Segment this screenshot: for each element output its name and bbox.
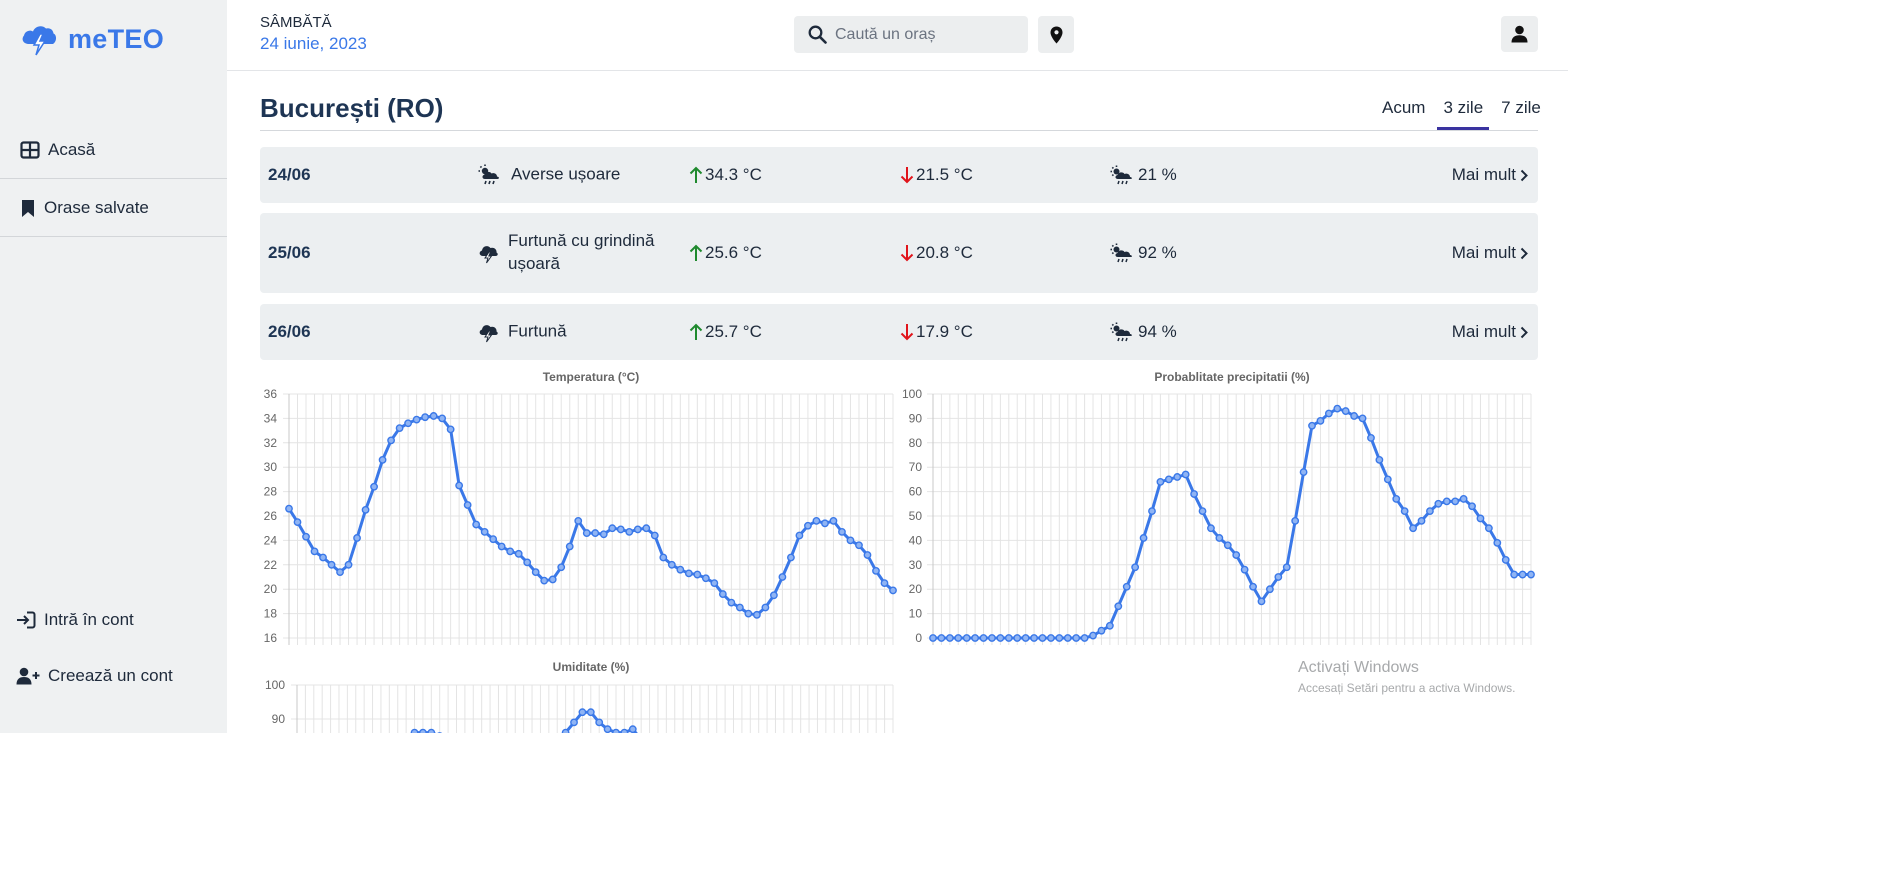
data-point[interactable] — [823, 763, 829, 769]
data-point[interactable] — [755, 838, 761, 844]
data-point[interactable] — [705, 811, 711, 817]
data-point[interactable] — [722, 825, 728, 831]
data-point[interactable] — [561, 728, 570, 735]
data-point[interactable] — [378, 811, 384, 817]
data-point[interactable] — [655, 767, 661, 773]
data-point[interactable] — [747, 838, 753, 844]
data-point[interactable] — [361, 852, 367, 858]
data-point[interactable] — [570, 718, 578, 727]
data-point[interactable] — [395, 760, 401, 766]
data-point[interactable] — [327, 869, 333, 875]
data-point[interactable] — [294, 852, 300, 858]
data-point[interactable] — [410, 728, 419, 735]
data-point[interactable] — [831, 763, 837, 769]
data-point[interactable] — [730, 831, 736, 837]
data-point[interactable] — [781, 811, 787, 817]
data-point[interactable] — [427, 728, 436, 735]
data-point[interactable] — [495, 801, 501, 807]
data-point[interactable] — [764, 835, 770, 841]
y-tick-label: 100 — [265, 678, 285, 692]
data-point[interactable] — [586, 708, 595, 717]
data-point[interactable] — [789, 797, 795, 803]
data-point[interactable] — [612, 728, 620, 735]
data-point[interactable] — [620, 728, 629, 735]
data-point[interactable] — [873, 804, 879, 810]
data-point[interactable] — [462, 777, 468, 783]
data-point[interactable] — [603, 725, 612, 733]
y-tick-label: 90 — [272, 712, 286, 726]
data-point[interactable] — [663, 777, 669, 783]
data-point[interactable] — [537, 777, 543, 783]
data-point[interactable] — [487, 797, 493, 803]
watermark-title: Activați Windows — [1298, 659, 1419, 676]
data-point[interactable] — [865, 794, 871, 800]
series-line — [412, 710, 638, 733]
humidity-chart: 90 100 — [265, 678, 894, 735]
data-point[interactable] — [680, 791, 686, 797]
data-point[interactable] — [319, 869, 325, 875]
data-point[interactable] — [546, 763, 552, 769]
data-point[interactable] — [529, 791, 535, 797]
data-point[interactable] — [595, 718, 604, 727]
data-point[interactable] — [504, 804, 510, 810]
data-point[interactable] — [369, 835, 375, 841]
data-point[interactable] — [697, 804, 703, 810]
data-point[interactable] — [386, 784, 392, 790]
data-point[interactable] — [437, 732, 443, 739]
data-point[interactable] — [797, 784, 803, 790]
data-point[interactable] — [814, 767, 820, 773]
data-point[interactable] — [419, 728, 427, 735]
data-point[interactable] — [512, 804, 518, 810]
data-point[interactable] — [554, 743, 560, 749]
data-point[interactable] — [453, 767, 459, 773]
data-point[interactable] — [646, 750, 652, 756]
data-point[interactable] — [403, 740, 409, 746]
data-point[interactable] — [839, 767, 845, 773]
data-point[interactable] — [628, 725, 637, 733]
watermark-subtitle: Accesați Setări pentru a activa Windows. — [1298, 681, 1516, 695]
data-point[interactable] — [848, 774, 854, 780]
data-point[interactable] — [520, 801, 526, 807]
data-point[interactable] — [445, 750, 451, 756]
data-point[interactable] — [311, 865, 317, 871]
data-point[interactable] — [638, 736, 644, 742]
data-point[interactable] — [739, 835, 745, 841]
data-point[interactable] — [890, 818, 896, 824]
data-point[interactable] — [344, 869, 350, 875]
data-point[interactable] — [672, 784, 678, 790]
windows-activation-watermark: Activați Windows Accesați Setări pentru … — [1298, 659, 1515, 695]
data-point[interactable] — [881, 811, 887, 817]
data-point[interactable] — [353, 865, 359, 871]
data-point[interactable] — [470, 784, 476, 790]
data-point[interactable] — [806, 774, 812, 780]
data-point[interactable] — [578, 708, 587, 717]
data-point[interactable] — [856, 784, 862, 790]
data-point[interactable] — [772, 825, 778, 831]
data-point[interactable] — [478, 791, 484, 797]
data-point[interactable] — [336, 869, 342, 875]
data-point[interactable] — [688, 797, 694, 803]
data-point[interactable] — [302, 859, 308, 865]
data-point[interactable] — [714, 818, 720, 824]
